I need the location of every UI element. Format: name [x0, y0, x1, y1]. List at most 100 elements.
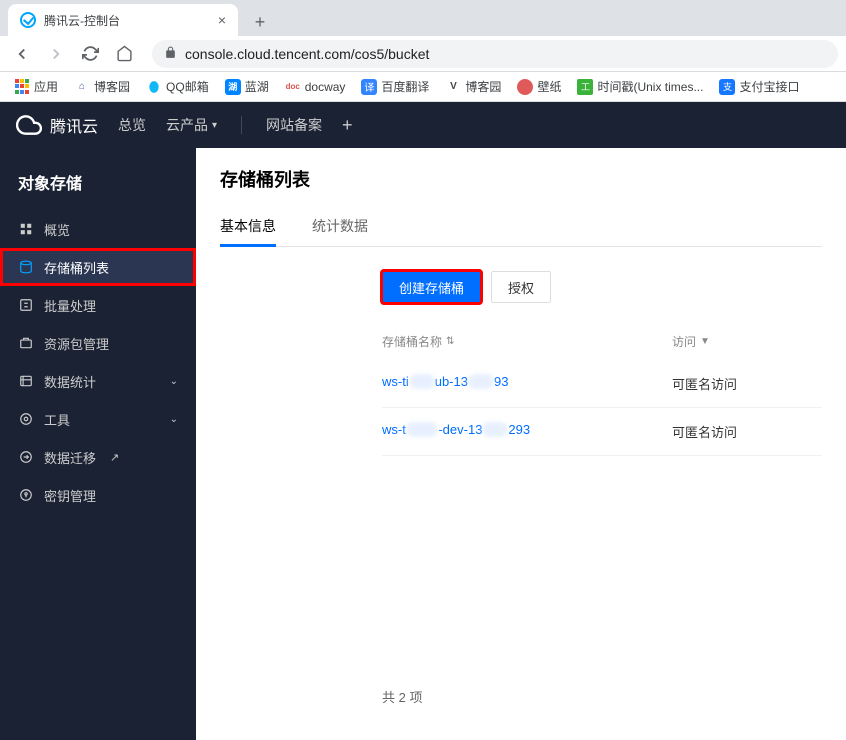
- page-root: 腾讯云 总览 云产品 ▾ 网站备案 + 对象存储 概览 存储桶列表 批量处理: [0, 102, 846, 740]
- reload-button[interactable]: [76, 40, 104, 68]
- bookmark-label: 博客园: [465, 78, 501, 95]
- back-button[interactable]: [8, 40, 36, 68]
- bookmark-item[interactable]: QQ邮箱: [140, 75, 215, 98]
- wallpaper-icon: [517, 79, 533, 95]
- brand-text: 腾讯云: [50, 113, 98, 137]
- timestamp-icon: 工: [577, 79, 593, 95]
- new-tab-button[interactable]: +: [246, 8, 274, 36]
- sort-icon: ⇅: [446, 336, 454, 347]
- sidebar: 对象存储 概览 存储桶列表 批量处理 资源包管理 数据统计 ⌄: [0, 148, 196, 740]
- address-bar[interactable]: console.cloud.tencent.com/cos5/bucket: [152, 40, 838, 68]
- table-footer: 共 2 项: [382, 671, 822, 722]
- sidebar-item-label: 概览: [44, 220, 70, 239]
- sidebar-item-label: 资源包管理: [44, 334, 109, 353]
- sidebar-item-label: 工具: [44, 410, 70, 429]
- batch-icon: [18, 297, 34, 313]
- bookmark-label: 壁纸: [537, 78, 561, 95]
- sidebar-item-label: 密钥管理: [44, 486, 96, 505]
- close-icon[interactable]: ×: [218, 12, 226, 28]
- filter-icon: ▼: [700, 336, 710, 347]
- nav-overview[interactable]: 总览: [118, 115, 146, 135]
- translate-icon: 译: [361, 79, 377, 95]
- sidebar-item-packages[interactable]: 资源包管理: [0, 324, 196, 362]
- page-title: 存储桶列表: [220, 166, 822, 192]
- bucket-name-link[interactable]: ws-txxxxx-dev-13xxxx293: [382, 422, 672, 441]
- brand[interactable]: 腾讯云: [16, 112, 98, 138]
- browser-tab[interactable]: 腾讯云-控制台 ×: [8, 4, 238, 36]
- nav-products[interactable]: 云产品 ▾: [166, 115, 217, 135]
- lock-icon: [164, 46, 177, 62]
- stats-icon: [18, 373, 34, 389]
- bucket-access: 可匿名访问: [672, 374, 822, 393]
- key-icon: [18, 487, 34, 503]
- sidebar-item-label: 批量处理: [44, 296, 96, 315]
- bookmark-label: docway: [305, 80, 346, 94]
- chevron-down-icon: ⌄: [170, 376, 178, 387]
- nav-beian[interactable]: 网站备案: [266, 115, 322, 135]
- content-area: 对象存储 概览 存储桶列表 批量处理 资源包管理 数据统计 ⌄: [0, 148, 846, 740]
- sidebar-item-label: 数据迁移: [44, 448, 96, 467]
- bookmark-item[interactable]: 译 百度翻译: [355, 75, 435, 98]
- external-link-icon: ↗: [110, 451, 119, 464]
- tab-statistics[interactable]: 统计数据: [312, 208, 368, 247]
- cloud-logo-icon: [16, 112, 42, 138]
- browser-toolbar: console.cloud.tencent.com/cos5/bucket: [0, 36, 846, 72]
- tab-basic-info[interactable]: 基本信息: [220, 208, 276, 247]
- sidebar-item-overview[interactable]: 概览: [0, 210, 196, 248]
- authorize-button[interactable]: 授权: [491, 271, 551, 303]
- tab-favicon: [20, 12, 36, 28]
- bucket-name-link[interactable]: ws-tixxxxub-13xxxx93: [382, 374, 672, 393]
- top-nav: 腾讯云 总览 云产品 ▾ 网站备案 +: [0, 102, 846, 148]
- column-header-access[interactable]: 访问 ▼: [672, 333, 822, 350]
- bookmark-label: 支付宝接口: [739, 78, 799, 95]
- sidebar-item-batch[interactable]: 批量处理: [0, 286, 196, 324]
- sidebar-item-label: 数据统计: [44, 372, 96, 391]
- sidebar-item-migration[interactable]: 数据迁移 ↗: [0, 438, 196, 476]
- apps-icon: [14, 79, 30, 95]
- sidebar-item-buckets[interactable]: 存储桶列表: [0, 248, 196, 286]
- bookmark-label: 蓝湖: [245, 78, 269, 95]
- bookmark-item[interactable]: 工 时间戳(Unix times...: [571, 75, 709, 98]
- bookmark-item[interactable]: 湖 蓝湖: [219, 75, 275, 98]
- nav-add[interactable]: +: [342, 115, 353, 136]
- sidebar-item-tools[interactable]: 工具 ⌄: [0, 400, 196, 438]
- doc-icon: doc: [285, 79, 301, 95]
- table-row: ws-txxxxx-dev-13xxxx293 可匿名访问: [382, 408, 822, 456]
- bucket-icon: [18, 259, 34, 275]
- sidebar-item-stats[interactable]: 数据统计 ⌄: [0, 362, 196, 400]
- tab-title: 腾讯云-控制台: [44, 12, 120, 29]
- bookmark-label: 博客园: [94, 78, 130, 95]
- bookmark-label: 百度翻译: [381, 78, 429, 95]
- chevron-down-icon: ⌄: [170, 414, 178, 425]
- bookmark-label: 时间戳(Unix times...: [597, 78, 703, 95]
- chevron-down-icon: ▾: [212, 120, 217, 131]
- bookmark-item[interactable]: ⌂ 博客园: [68, 75, 136, 98]
- v-icon: V: [445, 79, 461, 95]
- table-row: ws-tixxxxub-13xxxx93 可匿名访问: [382, 360, 822, 408]
- house-icon: ⌂: [74, 79, 90, 95]
- bookmark-label: 应用: [34, 78, 58, 95]
- alipay-icon: 支: [719, 79, 735, 95]
- forward-button[interactable]: [42, 40, 70, 68]
- package-icon: [18, 335, 34, 351]
- bookmark-label: QQ邮箱: [166, 78, 209, 95]
- bucket-access: 可匿名访问: [672, 422, 822, 441]
- bookmark-item[interactable]: 壁纸: [511, 75, 567, 98]
- qq-icon: [146, 79, 162, 95]
- bookmark-apps[interactable]: 应用: [8, 75, 64, 98]
- sidebar-item-keys[interactable]: 密钥管理: [0, 476, 196, 514]
- bookmark-item[interactable]: V 博客园: [439, 75, 507, 98]
- create-bucket-button[interactable]: 创建存储桶: [382, 271, 481, 303]
- bookmark-item[interactable]: 支 支付宝接口: [713, 75, 805, 98]
- nav-separator: [241, 116, 242, 134]
- migrate-icon: [18, 449, 34, 465]
- home-button[interactable]: [110, 40, 138, 68]
- url-text: console.cloud.tencent.com/cos5/bucket: [185, 46, 429, 62]
- browser-tab-strip: 腾讯云-控制台 × +: [0, 0, 846, 36]
- table-header: 存储桶名称 ⇅ 访问 ▼: [382, 323, 822, 360]
- action-bar: 创建存储桶 授权: [382, 271, 822, 303]
- column-header-name[interactable]: 存储桶名称 ⇅: [382, 333, 672, 350]
- bookmark-item[interactable]: doc docway: [279, 76, 352, 98]
- sidebar-item-label: 存储桶列表: [44, 258, 109, 277]
- tabs: 基本信息 统计数据: [220, 208, 822, 247]
